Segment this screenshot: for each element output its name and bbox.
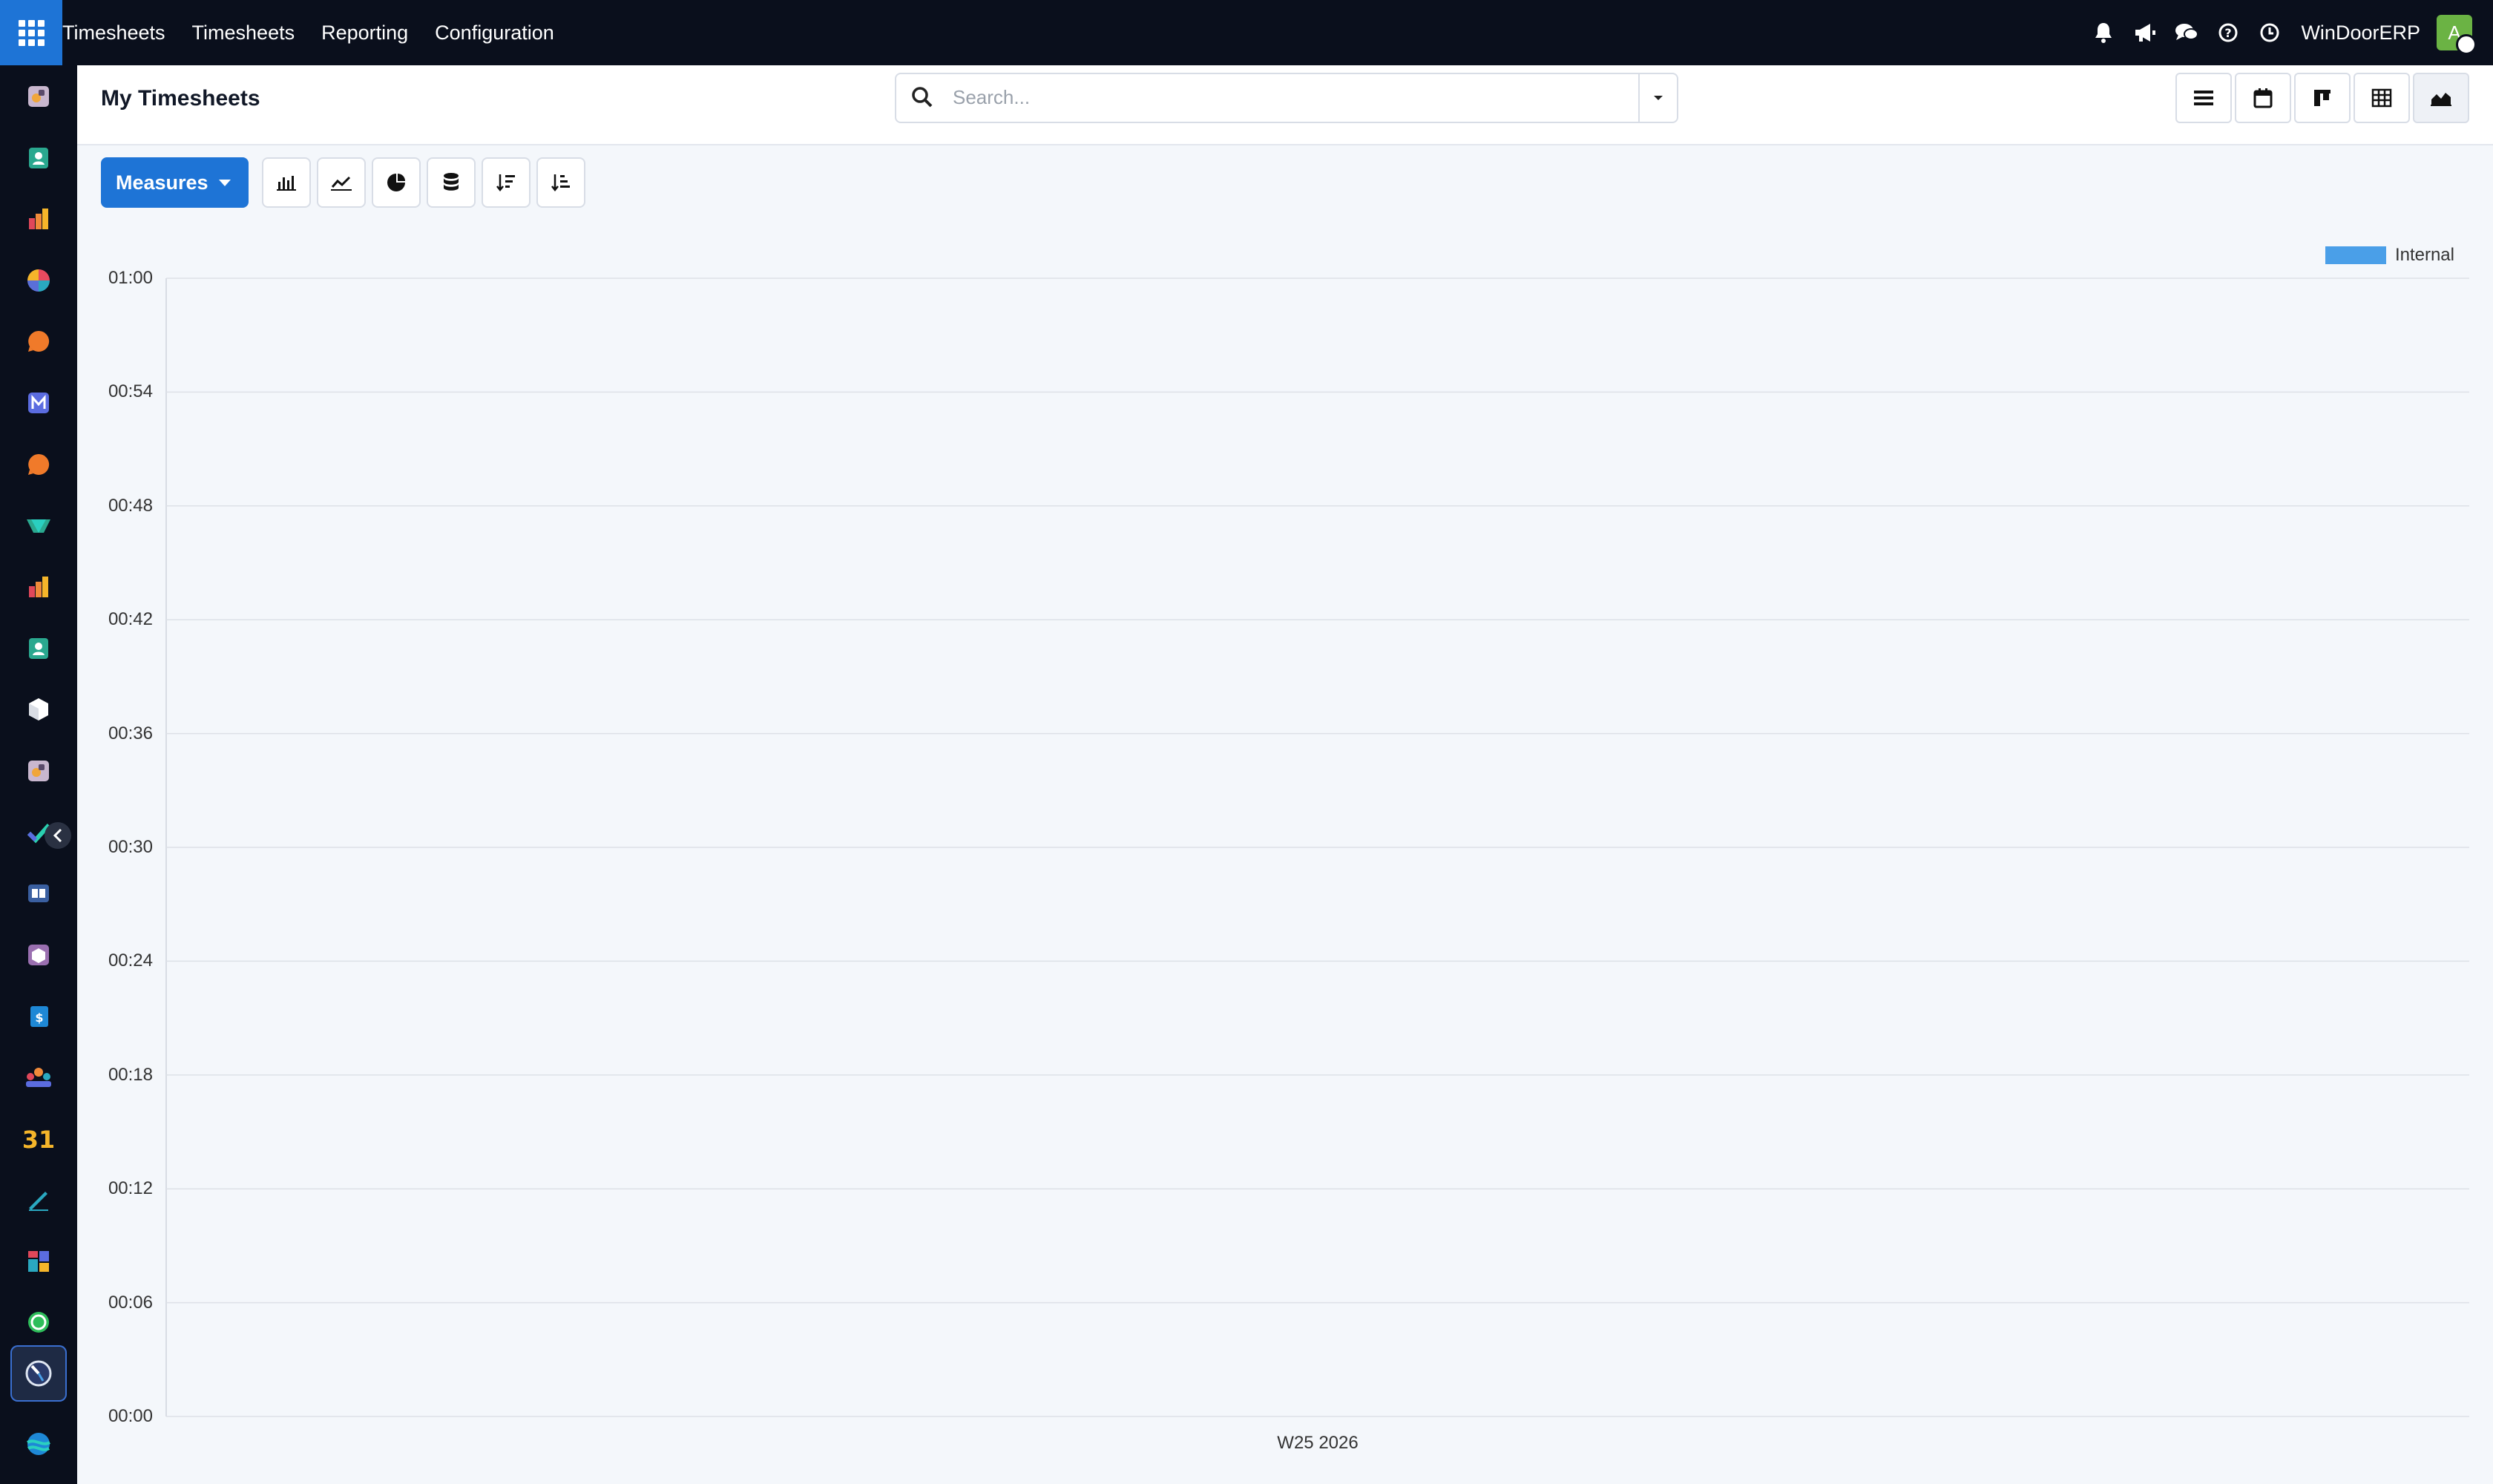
line-chart-icon (330, 176, 352, 191)
photo-app-icon-2[interactable] (15, 747, 62, 795)
list-icon (2194, 91, 2213, 105)
svg-text:$: $ (35, 1011, 43, 1025)
chevron-left-icon (53, 828, 62, 843)
page-title: My Timesheets (101, 86, 260, 111)
inventory-icon[interactable] (15, 686, 62, 733)
search-options-toggle[interactable] (1638, 74, 1677, 122)
y-tick-label: 00:30 (108, 837, 153, 857)
contacts-icon-2[interactable] (15, 625, 62, 672)
menu-app-timesheets[interactable]: Timesheets (62, 22, 165, 45)
company-name[interactable]: WinDoorERP (2301, 22, 2420, 45)
reporting-icon[interactable] (15, 195, 62, 243)
chart-legend[interactable]: Internal (2325, 245, 2454, 266)
list-view-button[interactable] (2175, 73, 2232, 123)
top-navbar: Timesheets Timesheets Reporting Configur… (0, 0, 2493, 65)
pie-chart-icon (387, 174, 405, 191)
y-tick-label: 00:00 (108, 1406, 153, 1426)
calendar-icon[interactable]: 31 (15, 1115, 62, 1163)
calendar-view-icon (2253, 88, 2273, 108)
megaphone-icon[interactable] (2130, 18, 2160, 47)
search-bar (895, 73, 1678, 123)
y-tick-label: 01:00 (108, 268, 153, 288)
svg-text:31: 31 (24, 1126, 53, 1152)
graph-chart: Internal 00:00 00:06 00:12 00:18 00:24 00:30 0… (77, 223, 2493, 1484)
kanban-icon (2314, 90, 2331, 106)
sort-ascending-icon (551, 174, 570, 192)
sign-icon[interactable] (15, 1176, 62, 1224)
grid-icon (18, 19, 45, 46)
database-icon (443, 173, 459, 191)
measures-dropdown[interactable]: Measures (101, 157, 249, 208)
menu-reporting[interactable]: Reporting (321, 22, 408, 45)
employees-icon[interactable] (15, 1054, 62, 1101)
y-tick-label: 00:42 (108, 609, 153, 630)
sidebar-collapse-button[interactable] (45, 822, 71, 849)
sort-descending-button[interactable] (481, 157, 531, 208)
user-avatar[interactable]: A (2437, 15, 2477, 55)
caret-down-icon (218, 179, 231, 186)
help-icon[interactable]: ? (2213, 18, 2243, 47)
measures-label: Measures (116, 171, 208, 194)
photo-app-icon[interactable] (15, 73, 62, 120)
invoicing-icon[interactable]: $ (15, 993, 62, 1040)
chat-icon-2[interactable] (15, 441, 62, 488)
sort-ascending-button[interactable] (536, 157, 585, 208)
table-icon (2371, 88, 2392, 108)
discuss-icon[interactable] (15, 318, 62, 365)
systray: ? WinDoorERP A (2077, 0, 2477, 65)
knowledge-icon[interactable] (15, 870, 62, 917)
bell-icon[interactable] (2089, 18, 2118, 47)
y-tick-label: 00:12 (108, 1178, 153, 1199)
chat-icon[interactable] (2172, 18, 2201, 47)
app-menu-button[interactable] (0, 0, 62, 65)
search-icon (912, 87, 933, 108)
kanban-view-button[interactable] (2294, 73, 2351, 123)
y-tick-label: 00:48 (108, 495, 153, 516)
y-tick-label: 00:18 (108, 1064, 153, 1085)
bar-chart-button[interactable] (261, 157, 311, 208)
menu-timesheets[interactable]: Timesheets (192, 22, 295, 45)
y-tick-label: 00:36 (108, 723, 153, 743)
line-chart-button[interactable] (316, 157, 366, 208)
dashboards-icon[interactable] (15, 1238, 62, 1285)
legend-swatch-internal (2325, 246, 2386, 264)
clock-icon[interactable] (2255, 18, 2285, 47)
legend-label-internal: Internal (2394, 245, 2454, 265)
dashboard-pie-icon[interactable] (15, 257, 62, 304)
menu-configuration[interactable]: Configuration (435, 22, 554, 45)
sort-descending-icon (496, 174, 515, 192)
website-icon[interactable] (15, 1420, 62, 1468)
project-icon[interactable] (15, 502, 62, 550)
stacked-button[interactable] (426, 157, 476, 208)
caret-down-icon (1654, 96, 1663, 100)
purchase-icon[interactable] (15, 931, 62, 979)
svg-text:?: ? (2225, 26, 2232, 40)
search-input[interactable] (951, 82, 1607, 113)
app-sidebar: $ 31 (0, 65, 77, 1484)
graph-view-button[interactable] (2413, 73, 2469, 123)
whatsapp-icon[interactable] (15, 1298, 62, 1346)
x-tick-label: W25 2026 (1277, 1433, 1359, 1453)
pivot-view-button[interactable] (2354, 73, 2410, 123)
pie-chart-button[interactable] (371, 157, 421, 208)
chart-canvas (165, 278, 2469, 1417)
email-marketing-icon[interactable] (15, 379, 62, 427)
timesheets-icon[interactable] (10, 1345, 67, 1402)
contacts-icon[interactable] (15, 134, 62, 182)
area-chart-icon (2431, 93, 2451, 106)
status-dot (2456, 34, 2477, 55)
y-tick-label: 00:06 (108, 1292, 153, 1313)
view-switcher (2172, 73, 2469, 123)
control-panel: My Timesheets (77, 65, 2493, 145)
y-tick-label: 00:54 (108, 381, 153, 402)
main-menu: Timesheets Timesheets Reporting Configur… (62, 0, 581, 65)
y-tick-label: 00:24 (108, 951, 153, 971)
sales-icon[interactable] (15, 563, 62, 611)
bar-chart-icon (276, 176, 296, 191)
graph-toolbar: Measures (101, 157, 585, 208)
calendar-view-button[interactable] (2235, 73, 2291, 123)
